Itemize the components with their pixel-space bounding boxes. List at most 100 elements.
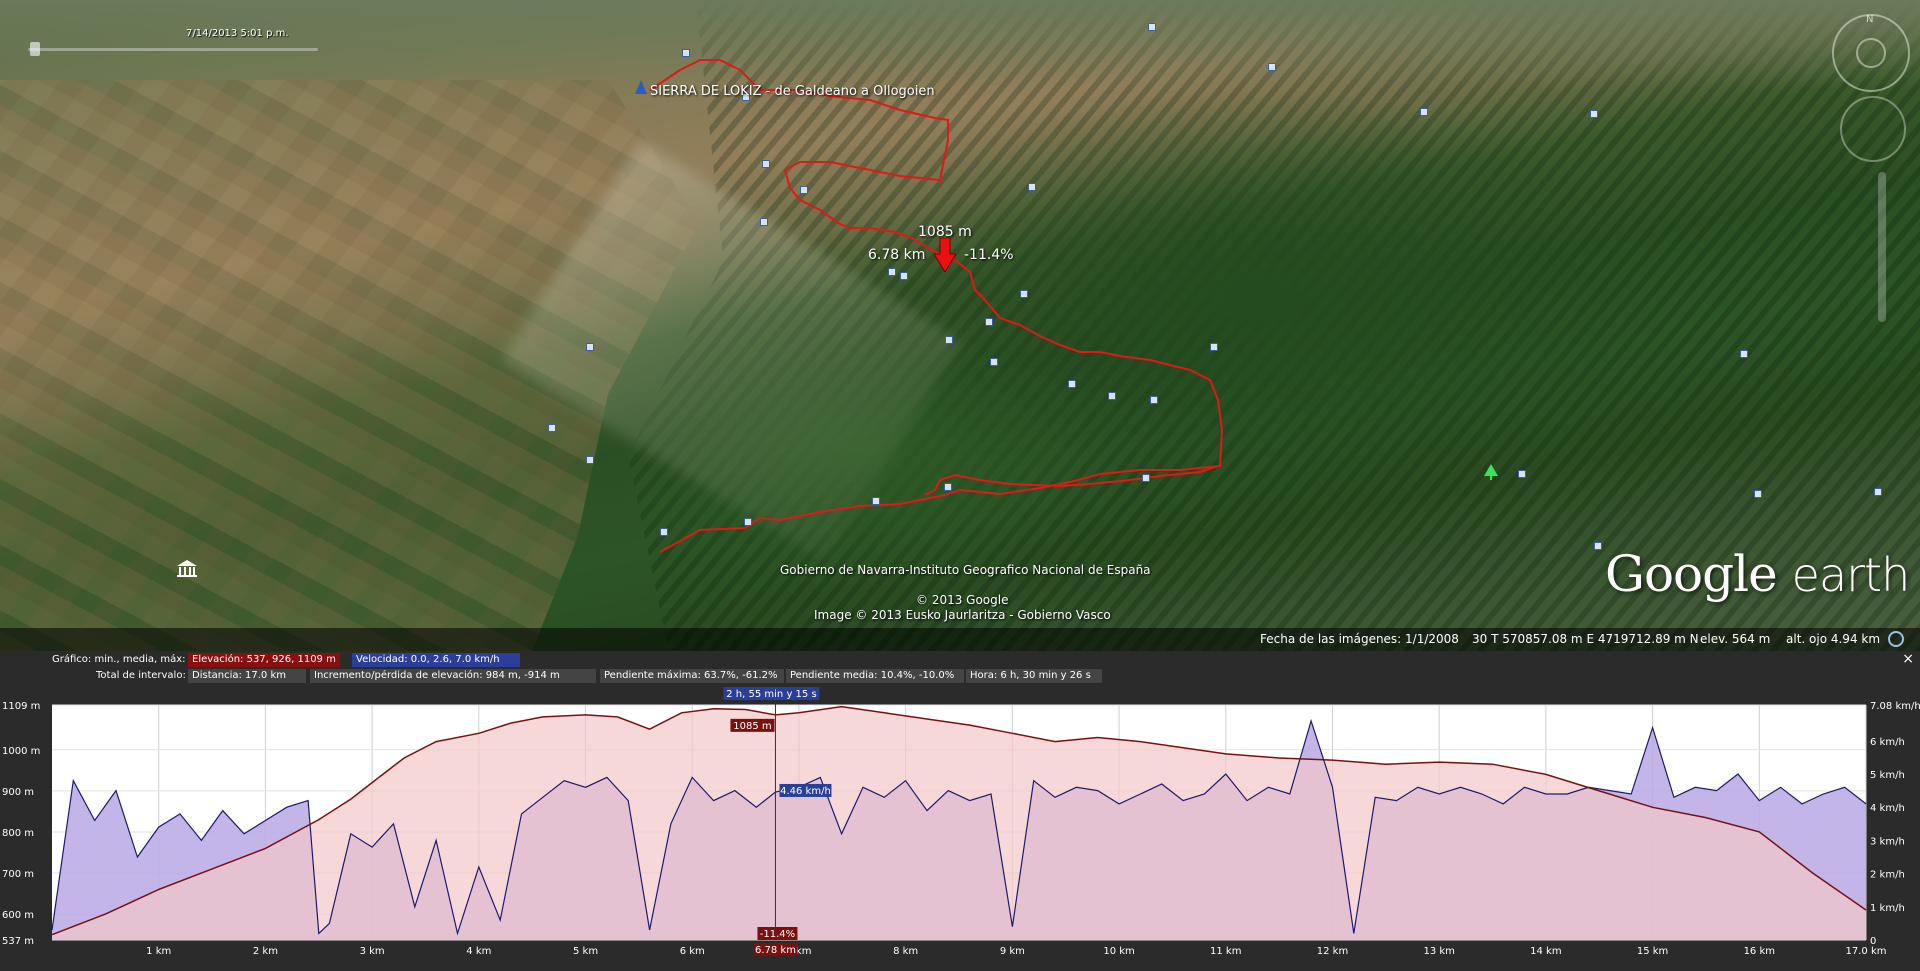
poi-marker[interactable] [1108,392,1116,400]
poi-marker[interactable] [1148,23,1156,31]
left-axis-tick-label: 537 m [2,936,34,947]
right-axis-tick-label: 4 km/h [1870,803,1905,814]
date-slider-label: 7/14/2013 5:01 p.m. [186,28,289,39]
poi-marker[interactable] [800,186,808,194]
poi-marker[interactable] [586,343,594,351]
cursor-distance-label: 6.78 km [755,945,796,956]
poi-marker[interactable] [1210,343,1218,351]
x-axis-tick-label: 12 km [1317,946,1348,957]
streaming-globe-icon [1888,631,1904,647]
poi-marker[interactable] [762,160,770,168]
poi-marker[interactable] [586,456,594,464]
x-axis-tick-label: 15 km [1637,946,1668,957]
poi-marker[interactable] [1754,490,1762,498]
distance-stat: Distancia: 17.0 km [188,669,306,683]
poi-marker[interactable] [682,49,690,57]
poi-marker[interactable] [990,358,998,366]
position-arrow-icon [934,238,956,272]
data-credit-line2: © 2013 Google [916,593,1009,607]
poi-marker[interactable] [760,218,768,226]
x-axis-tick-label: 14 km [1530,946,1561,957]
right-axis-tick-label: 1 km/h [1870,903,1905,914]
poi-marker[interactable] [548,424,556,432]
cursor-slope-label: -11.4% [760,929,795,940]
x-axis-tick-label: 3 km [360,946,385,957]
poi-marker[interactable] [888,268,896,276]
left-axis-tick-label: 900 m [2,787,34,798]
avg-slope-stat: Pendiente media: 10.4%, -10.0% [786,669,964,683]
right-axis-tick-label: 2 km/h [1870,870,1905,881]
poi-marker[interactable] [1518,470,1526,478]
logo-part2: earth [1791,548,1911,602]
cursor-elevation: elev. 564 m [1700,632,1771,646]
north-label: N [1866,14,1874,25]
x-axis-tick-label: 1 km [146,946,171,957]
slider-handle[interactable] [30,42,40,56]
left-axis-tick-label: 1109 m [2,701,40,712]
track-title-label[interactable]: SIERRA DE LOKIZ - de Galdeano a Ollogoie… [650,84,935,99]
poi-marker[interactable] [1142,474,1150,482]
elevation-speed-chart[interactable]: 537 m600 m700 m800 m900 m1000 m1109 m 01… [0,687,1920,971]
x-axis-tick-label: 6 km [680,946,705,957]
x-axis-tick-label: 5 km [573,946,598,957]
historical-imagery-slider[interactable] [28,40,318,56]
x-axis-tick-label: 8 km [893,946,918,957]
x-axis-tick-label: 17.0 km [1846,946,1887,957]
left-axis-tick-label: 800 m [2,828,34,839]
interval-label: Total de intervalo: [96,670,186,681]
right-axis-tick-label: 6 km/h [1870,737,1905,748]
speed-stats-toggle[interactable]: Velocidad: 0.0, 2.6, 7.0 km/h [352,653,520,667]
museum-icon[interactable] [177,560,197,578]
poi-marker[interactable] [1020,290,1028,298]
close-profile-button[interactable]: × [1902,651,1914,667]
eye-altitude: alt. ojo 4.94 km [1786,632,1881,646]
zoom-slider[interactable] [1878,172,1886,322]
cursor-time-label: 2 h, 55 min y 15 s [726,689,816,700]
x-axis-tick-label: 11 km [1210,946,1241,957]
cursor-elevation-label: 1085 m [733,721,771,732]
poi-marker[interactable] [1590,110,1598,118]
data-credit-line3: Image © 2013 Eusko Jaurlaritza - Gobiern… [814,608,1111,622]
poi-marker[interactable] [1150,396,1158,404]
poi-marker[interactable] [660,528,668,536]
right-axis-ticks: 01 km/h2 km/h3 km/h4 km/h5 km/h6 km/h7.0… [1870,701,1920,947]
poi-marker[interactable] [1068,380,1076,388]
move-control[interactable] [1840,96,1906,162]
google-earth-logo: Google earth [1605,545,1911,603]
poi-marker[interactable] [900,272,908,280]
poi-marker[interactable] [945,336,953,344]
hover-slope-label: -11.4% [964,247,1014,263]
imagery-date: Fecha de las imágenes: 1/1/2008 [1260,632,1459,646]
left-axis-tick-label: 700 m [2,869,34,880]
poi-marker[interactable] [1268,63,1276,71]
cursor-coordinates: 30 T 570857.08 m E 4719712.89 m N [1472,632,1699,646]
poi-marker[interactable] [1028,183,1036,191]
elevation-stats-toggle[interactable]: Elevación: 537, 926, 1109 m [188,653,340,667]
map-viewport[interactable]: SIERRA DE LOKIZ - de Galdeano a Ollogoie… [0,0,1920,651]
poi-marker[interactable] [1740,350,1748,358]
poi-marker[interactable] [1874,488,1882,496]
track-start-pin-icon[interactable] [635,80,647,94]
poi-marker[interactable] [1420,108,1428,116]
x-axis-tick-label: 16 km [1744,946,1775,957]
data-credit-line1: Gobierno de Navarra-Instituto Geografico… [780,563,1151,577]
look-joystick[interactable] [1856,38,1886,68]
x-axis-tick-label: 2 km [253,946,278,957]
tree-icon[interactable] [1484,464,1498,480]
poi-marker[interactable] [1594,542,1602,550]
poi-marker[interactable] [872,497,880,505]
left-axis-ticks: 537 m 600 m 700 m 800 m 900 m 1000 m 1109 m [2,701,40,947]
left-axis-tick-label: 600 m [2,910,34,921]
look-around-control[interactable]: N [1832,14,1910,92]
poi-marker[interactable] [944,483,952,491]
x-axis-tick-label: 4 km [466,946,491,957]
left-axis-tick-label: 1000 m [2,746,40,757]
right-axis-tick-label: 7.08 km/h [1870,701,1920,712]
x-axis-ticks: 1 km 2 km 3 km 4 km 5 km 6 km 7 km 8 km 9 km 10 k… [146,946,1886,957]
elevation-gain-loss-stat: Incremento/pérdida de elevación: 984 m, … [310,669,596,683]
slider-track[interactable] [28,48,318,51]
poi-marker[interactable] [744,518,752,526]
max-slope-stat: Pendiente máxima: 63.7%, -61.2% [600,669,784,683]
cursor-speed-label: 4.46 km/h [780,786,831,797]
poi-marker[interactable] [985,318,993,326]
